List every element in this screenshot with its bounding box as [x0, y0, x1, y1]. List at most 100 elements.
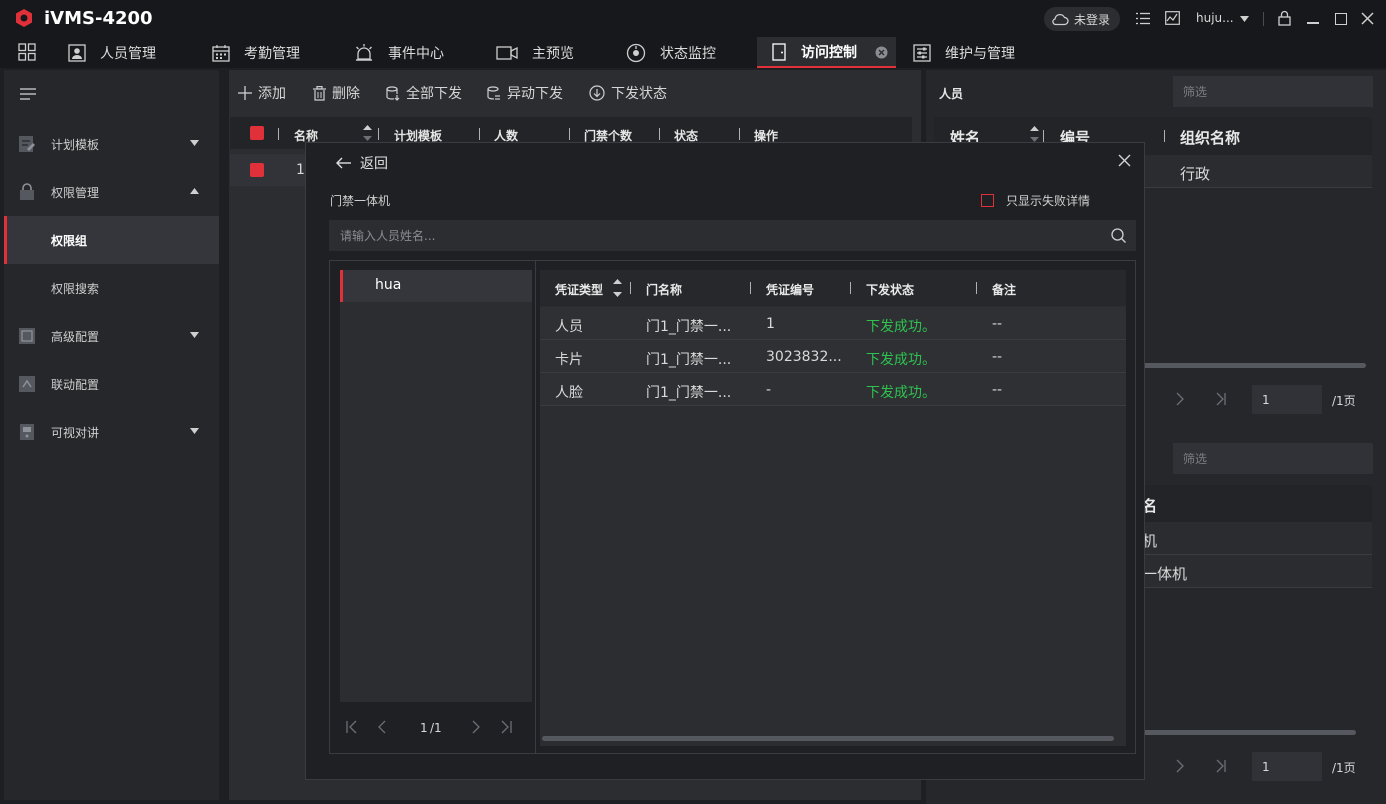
tab-person-management[interactable]: 人员管理: [68, 37, 156, 68]
sidebar-label: 高级配置: [51, 329, 100, 344]
status-cell: 下发成功。: [866, 385, 936, 401]
search-icon[interactable]: [1111, 228, 1126, 243]
divider: [850, 282, 851, 294]
divider: [1043, 130, 1044, 142]
sidebar-label: 可视对讲: [51, 425, 100, 440]
device-filter-input[interactable]: 筛选: [1173, 443, 1373, 474]
chart-monitor-icon[interactable]: [1165, 11, 1180, 25]
row-checkbox[interactable]: [250, 163, 264, 177]
sidebar-item-schedule-template[interactable]: 计划模板: [4, 120, 219, 168]
column-header-credential-number[interactable]: 凭证编号: [766, 281, 814, 298]
last-page-icon[interactable]: [500, 720, 512, 734]
list-icon[interactable]: [1136, 12, 1150, 25]
main-nav: 人员管理 考勤管理 事件中心 主预览 状态监控 访问控制 维护与管理: [0, 37, 1386, 68]
next-page-icon[interactable]: [1176, 759, 1184, 773]
sort-icon[interactable]: [613, 279, 622, 297]
tab-status-monitor[interactable]: 状态监控: [626, 37, 716, 68]
gauge-icon: [626, 43, 646, 63]
dialog-close-icon[interactable]: [1118, 154, 1131, 167]
sidebar-item-permission-group[interactable]: 权限组: [4, 216, 219, 264]
person-pager: 1 /1: [340, 707, 532, 747]
add-button[interactable]: 添加: [238, 83, 286, 103]
cloud-icon: [1051, 12, 1069, 26]
camera-icon: [496, 45, 518, 61]
tab-access-control[interactable]: 访问控制: [757, 37, 896, 68]
sidebar-label: 计划模板: [51, 137, 100, 152]
page-number-input[interactable]: 1: [1252, 752, 1322, 781]
column-header-download-status[interactable]: 下发状态: [866, 281, 914, 298]
horizontal-scrollbar[interactable]: [1136, 730, 1356, 735]
column-header-org[interactable]: 组织名称: [1180, 127, 1240, 148]
maximize-icon[interactable]: [1335, 13, 1347, 25]
page-total: /1页: [1332, 394, 1356, 408]
download-status-label: 下发状态: [611, 86, 667, 102]
next-page-icon[interactable]: [1176, 392, 1184, 406]
failed-only-checkbox[interactable]: 只显示失败详情: [981, 192, 1090, 209]
remark-cell: --: [992, 349, 1003, 365]
last-page-icon[interactable]: [1216, 759, 1226, 773]
checkbox-box[interactable]: [981, 194, 994, 207]
horizontal-scrollbar[interactable]: [1136, 363, 1366, 368]
horizontal-scrollbar[interactable]: [542, 736, 1114, 741]
person-search-input[interactable]: [329, 220, 1099, 251]
row-name: 1: [296, 162, 305, 178]
calendar-icon: [212, 44, 230, 62]
device-label: 门禁一体机: [330, 194, 391, 208]
list-item[interactable]: hua: [340, 270, 532, 302]
download-status-button[interactable]: 下发状态: [589, 83, 667, 103]
tab-close-icon[interactable]: [875, 46, 888, 59]
prev-page-icon[interactable]: [378, 720, 386, 734]
chevron-down-icon: [190, 428, 199, 434]
next-page-icon[interactable]: [472, 720, 480, 734]
tab-label: 状态监控: [660, 45, 716, 62]
sidebar-item-linkage-config[interactable]: 联动配置: [4, 360, 219, 408]
delete-button[interactable]: 删除: [313, 83, 360, 103]
alarm-icon: [354, 43, 374, 62]
tab-attendance[interactable]: 考勤管理: [212, 37, 300, 68]
door-icon: [771, 42, 787, 61]
pager-total: /1: [430, 721, 442, 735]
tab-main-preview[interactable]: 主预览: [496, 37, 574, 68]
arrow-left-icon: [336, 157, 352, 169]
tab-event-center[interactable]: 事件中心: [354, 37, 444, 68]
menu-toggle-icon[interactable]: [20, 88, 36, 100]
user-dropdown-icon[interactable]: [1240, 16, 1249, 22]
app-grid-icon[interactable]: [18, 43, 36, 61]
column-header-door-name[interactable]: 门名称: [646, 281, 682, 298]
template-icon: [18, 135, 36, 153]
lock-icon[interactable]: [1278, 10, 1291, 26]
download-all-button[interactable]: 全部下发: [386, 83, 462, 103]
table-row[interactable]: 人员 门1_门禁一... 1 下发成功。 --: [540, 307, 1126, 340]
login-status-text: 未登录: [1074, 13, 1111, 27]
tab-label: 事件中心: [388, 45, 444, 62]
sidebar: 计划模板 权限管理 权限组 权限搜索 高级配置 联动配置 可视对讲: [4, 70, 219, 800]
user-name[interactable]: huju...: [1196, 11, 1234, 25]
download-abnormal-button[interactable]: 异动下发: [487, 83, 563, 103]
plus-icon: [238, 86, 252, 100]
sort-icon[interactable]: [1030, 126, 1039, 142]
divider: [739, 128, 740, 140]
table-row[interactable]: 人脸 门1_门禁一... - 下发成功。 --: [540, 373, 1126, 406]
column-header-remark[interactable]: 备注: [992, 281, 1016, 298]
divider: [659, 128, 660, 140]
divider: [1263, 12, 1264, 26]
minimize-icon[interactable]: [1307, 22, 1319, 24]
sort-icon[interactable]: [363, 125, 372, 141]
page-number-input[interactable]: 1: [1252, 385, 1322, 414]
last-page-icon[interactable]: [1216, 392, 1226, 406]
sidebar-item-permission-management[interactable]: 权限管理: [4, 168, 219, 216]
back-button[interactable]: 返回: [336, 153, 388, 173]
close-icon[interactable]: [1361, 12, 1374, 25]
select-all-checkbox[interactable]: [250, 126, 264, 140]
sidebar-item-video-intercom[interactable]: 可视对讲: [4, 408, 219, 456]
table-row[interactable]: 卡片 门1_门禁一... 3023832... 下发成功。 --: [540, 340, 1126, 373]
sidebar-item-permission-search[interactable]: 权限搜索: [4, 264, 219, 312]
tab-maintenance[interactable]: 维护与管理: [913, 37, 1015, 68]
column-header-credential-type[interactable]: 凭证类型: [555, 281, 603, 298]
intercom-icon: [18, 423, 36, 441]
login-status-button[interactable]: 未登录: [1044, 7, 1120, 31]
tab-label: 维护与管理: [945, 45, 1015, 62]
sidebar-item-advanced-config[interactable]: 高级配置: [4, 312, 219, 360]
person-filter-input[interactable]: 筛选: [1173, 76, 1373, 107]
first-page-icon[interactable]: [346, 720, 358, 734]
